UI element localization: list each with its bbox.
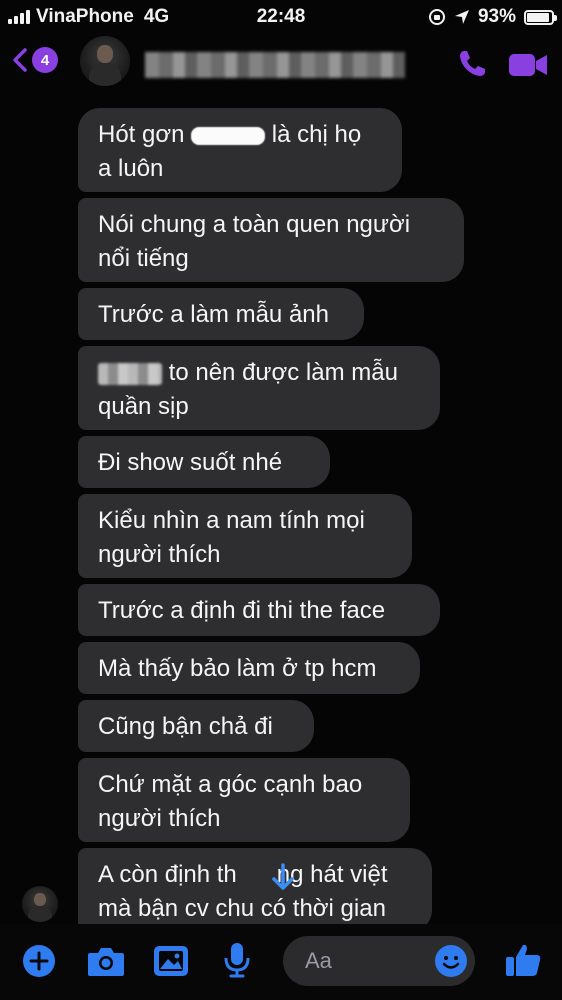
contact-avatar[interactable] xyxy=(80,36,130,86)
unread-count-badge: 4 xyxy=(32,47,58,73)
status-right: 93% xyxy=(428,6,557,28)
plus-icon[interactable] xyxy=(22,944,56,978)
back-chevron-icon xyxy=(13,48,27,72)
back-button[interactable]: 4 xyxy=(10,47,58,73)
emoji-icon[interactable] xyxy=(434,944,468,978)
battery-percent: 93% xyxy=(477,6,516,27)
message-bubble[interactable]: to nên được làm mẫu quần sịp xyxy=(78,346,440,430)
battery-icon xyxy=(524,9,557,25)
message-input-placeholder: Aa xyxy=(305,948,332,973)
message-bubble[interactable]: Đi show suốt nhé xyxy=(78,436,330,488)
video-camera-icon[interactable] xyxy=(508,50,548,80)
phone-icon[interactable] xyxy=(456,48,488,80)
contact-name-redacted[interactable] xyxy=(145,52,405,78)
redacted-text xyxy=(191,126,266,145)
thumbs-up-icon[interactable] xyxy=(504,942,542,978)
status-bar: VinaPhone 4G 22:48 93% xyxy=(0,0,562,32)
chat-header: 4 xyxy=(0,32,562,98)
image-icon[interactable] xyxy=(152,944,190,978)
microphone-icon[interactable] xyxy=(222,942,252,978)
message-bubble[interactable]: Nói chung a toàn quen người nổi tiếng xyxy=(78,198,464,282)
message-list[interactable]: Hót gơn là chị họ a luôn Nói chung a toà… xyxy=(0,98,562,924)
message-bubble[interactable]: Mà thấy bảo làm ở tp hcm xyxy=(78,642,420,694)
arrow-down-icon[interactable] xyxy=(270,862,296,892)
message-bubble[interactable]: A còn định th ng hát việt mà bận cv chu c… xyxy=(78,848,432,924)
message-bubble[interactable]: Kiểu nhìn a nam tính mọi người thích xyxy=(78,494,412,578)
message-bubble[interactable]: Hót gơn là chị họ a luôn xyxy=(78,108,402,192)
message-bubble[interactable]: Trước a định đi thi the face xyxy=(78,584,440,636)
redacted-text xyxy=(98,362,162,385)
sender-avatar xyxy=(22,886,58,922)
camera-icon[interactable] xyxy=(86,944,126,978)
message-bubble[interactable]: Trước a làm mẫu ảnh xyxy=(78,288,364,340)
composer-bar: Aa xyxy=(0,924,562,1000)
location-icon xyxy=(454,10,469,24)
rotation-lock-icon xyxy=(428,9,445,25)
message-bubble[interactable]: Cũng bận chả đi xyxy=(78,700,314,752)
messenger-screen: VinaPhone 4G 22:48 93% 4 Hót gơn là chị … xyxy=(0,0,562,1000)
message-bubble[interactable]: Chứ mặt a góc cạnh bao người thích xyxy=(78,758,410,842)
